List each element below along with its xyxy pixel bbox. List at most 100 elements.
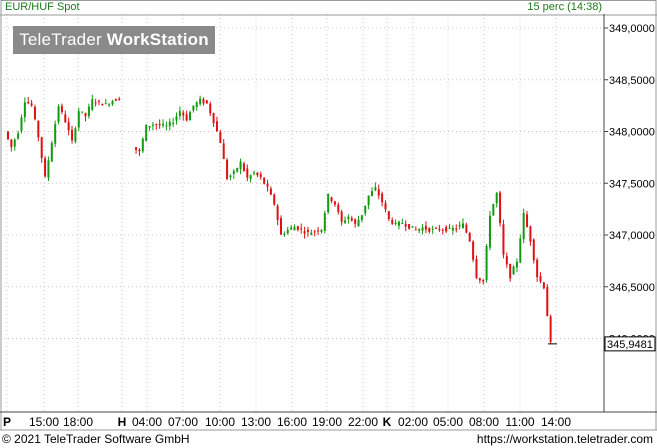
candle-body bbox=[50, 142, 53, 162]
chart-frame: 349,0000 348,5000 348,0000 347,5000 347,0000… bbox=[0, 0, 657, 431]
y-tick-label: 346,5000 bbox=[609, 282, 655, 294]
candle-body bbox=[273, 194, 276, 205]
candle-body bbox=[394, 222, 397, 225]
candle-body bbox=[293, 226, 296, 231]
candle-body bbox=[320, 229, 323, 232]
candle-body bbox=[546, 287, 549, 317]
candle-body bbox=[344, 220, 347, 223]
candle-body bbox=[209, 103, 212, 114]
candle-body bbox=[98, 100, 100, 102]
x-tick-label: 15:00 bbox=[29, 415, 59, 429]
candle-body bbox=[451, 227, 454, 231]
candle-body bbox=[219, 131, 222, 143]
candle-body bbox=[37, 120, 40, 138]
logo-brand: TeleTrader bbox=[19, 30, 102, 49]
candle-body bbox=[182, 112, 185, 116]
chart-candles bbox=[7, 94, 557, 345]
candle-body bbox=[141, 138, 144, 152]
candle-body bbox=[138, 149, 141, 152]
x-tick-label: 05:00 bbox=[433, 415, 463, 429]
candle-body bbox=[148, 126, 151, 128]
outer-border bbox=[0, 0, 657, 431]
candle-body bbox=[205, 100, 208, 104]
candle-body bbox=[310, 232, 313, 235]
candle-body bbox=[269, 188, 272, 195]
candle-body bbox=[7, 131, 9, 140]
candle-body bbox=[135, 147, 138, 150]
candle-body bbox=[229, 175, 232, 178]
x-tick-label: 10:00 bbox=[205, 415, 235, 429]
candle-body bbox=[81, 111, 84, 113]
candle-body bbox=[435, 227, 438, 229]
candle-body bbox=[67, 122, 70, 131]
candle-body bbox=[475, 258, 478, 279]
candle-body bbox=[263, 177, 266, 184]
candle-body bbox=[404, 224, 407, 227]
candle-body bbox=[488, 215, 491, 248]
candle-body bbox=[286, 229, 289, 234]
candle-body bbox=[539, 276, 542, 282]
candle-body bbox=[71, 129, 74, 141]
candle-body bbox=[360, 215, 363, 220]
candle-body bbox=[57, 106, 60, 122]
candle-body bbox=[381, 193, 384, 203]
copyright-text: © 2021 TeleTrader Software GmbH bbox=[2, 432, 190, 446]
candle-body bbox=[13, 139, 16, 147]
candle-body bbox=[94, 102, 97, 104]
candle-body bbox=[290, 227, 293, 230]
candle-body bbox=[306, 229, 309, 232]
candle-body bbox=[330, 197, 333, 202]
candle-body bbox=[189, 112, 191, 121]
x-tick-label: 16:00 bbox=[277, 415, 307, 429]
x-tick-label: 22:00 bbox=[348, 415, 378, 429]
candle-body bbox=[256, 172, 259, 176]
candle-body bbox=[151, 124, 154, 126]
candle-body bbox=[145, 124, 148, 142]
logo-product: WorkStation bbox=[106, 30, 209, 49]
candle-body bbox=[77, 111, 80, 128]
candle-body bbox=[408, 224, 411, 229]
candle-body bbox=[162, 123, 165, 126]
candle-body bbox=[280, 218, 282, 235]
candle-body bbox=[199, 98, 202, 104]
candle-body bbox=[313, 231, 316, 233]
candle-body bbox=[239, 161, 242, 170]
candle-body bbox=[84, 113, 87, 117]
candle-body bbox=[44, 158, 47, 177]
website-link[interactable]: https://workstation.teletrader.com bbox=[477, 432, 653, 446]
x-tick-label: H bbox=[118, 415, 127, 429]
candle-body bbox=[502, 224, 505, 255]
candle-body bbox=[401, 223, 404, 225]
x-tick-label: 13:00 bbox=[241, 415, 271, 429]
candle-body bbox=[111, 101, 114, 105]
candle-body bbox=[192, 105, 195, 111]
candle-body bbox=[482, 279, 485, 282]
candle-body bbox=[448, 227, 451, 229]
candle-body bbox=[323, 213, 326, 231]
candle-body bbox=[158, 124, 161, 126]
candle-body bbox=[424, 225, 427, 230]
last-value-label: 345,9481 bbox=[607, 339, 653, 351]
candle-body bbox=[118, 98, 121, 101]
candle-body bbox=[364, 205, 367, 214]
candle-body bbox=[347, 216, 350, 219]
candle-body bbox=[485, 246, 488, 281]
candle-body bbox=[462, 223, 464, 229]
candle-body bbox=[492, 204, 495, 216]
candle-body bbox=[468, 232, 471, 242]
candle-body bbox=[33, 106, 36, 120]
candle-body bbox=[478, 278, 481, 281]
candle-body bbox=[418, 228, 421, 231]
instrument-title: EUR/HUF Spot bbox=[5, 1, 80, 13]
y-tick-label: 348,5000 bbox=[609, 75, 655, 87]
candle-body bbox=[74, 128, 77, 142]
candle-body bbox=[172, 122, 175, 124]
candle-body bbox=[30, 103, 33, 106]
candle-body bbox=[54, 124, 57, 144]
candle-body bbox=[397, 221, 400, 226]
candle-body bbox=[354, 219, 357, 224]
candle-body bbox=[266, 183, 269, 187]
candle-body bbox=[195, 102, 198, 107]
candle-body bbox=[175, 116, 178, 121]
x-tick-label: 18:00 bbox=[63, 415, 93, 429]
